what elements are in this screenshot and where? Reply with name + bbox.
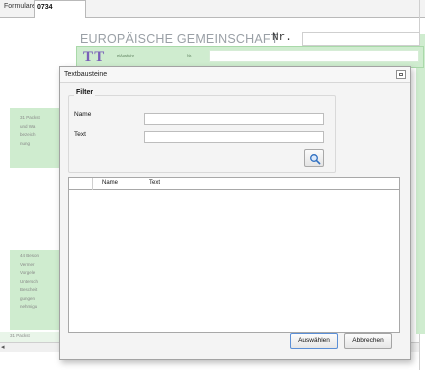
form-right-column [416,34,425,334]
list-header-text[interactable]: Text [149,180,160,186]
left-label: Bescheit [20,287,38,292]
left-label: nehmigu [20,304,38,309]
left-label: 44 Beson [20,253,40,258]
left-label: gungen [20,295,36,301]
list-header-select-column[interactable] [69,178,93,190]
search-button[interactable] [304,149,324,167]
list-header-name[interactable]: Name [102,180,118,186]
left-label: Vorgele [20,270,36,275]
form-header-box: T T eiAusfuhr Nr. [76,46,424,68]
text-template-icon[interactable]: T T [83,49,104,66]
name-label: Name [74,111,92,118]
form-bottom-label: 31 Packst [10,333,30,338]
header-field[interactable] [209,50,419,62]
textbausteine-list[interactable]: Name Text [68,177,400,333]
scroll-left-arrow-icon[interactable]: ◂ [1,343,5,351]
maximize-icon-glyph [399,73,403,76]
left-label: nung [20,140,31,146]
form-title: EUROPÄISCHE GEMEINSCHAFT [80,32,279,46]
search-icon [310,154,321,165]
name-input[interactable] [144,113,324,125]
left-label: Untersch [20,278,39,284]
dialog-title: Textbausteine [64,71,108,78]
left-label: bezeich [20,132,36,137]
document-tabstrip: Formulare 0734 [0,0,425,18]
maximize-icon[interactable] [396,70,406,79]
list-header: Name Text [69,178,399,190]
form-left-section-2-labels: 44 Beson Vermer Vorgele Untersch Beschei… [20,252,39,312]
cancel-button[interactable]: Abbrechen [344,333,392,349]
form-left-section-1-labels: 31 Packst und Wa bezeich nung [20,114,40,148]
text-input[interactable] [144,131,324,143]
left-label: und Wa [20,123,36,129]
text-label: Text [74,131,86,138]
nr-field[interactable] [302,32,420,46]
form-nr-label: Nr. [272,32,292,44]
dialog-titlebar[interactable]: Textbausteine [60,67,410,83]
form-bottom-strip [0,332,60,342]
green-small-label-right: Nr. [187,53,193,58]
textbausteine-dialog: Textbausteine Filter Name Text Name Text… [59,66,411,360]
tab-number-0734[interactable]: 0734 [34,0,86,18]
select-button[interactable]: Auswählen [290,333,338,349]
filter-legend: Filter [74,89,96,96]
green-small-label-left: eiAusfuhr [117,53,134,58]
left-label: 31 Packst [20,115,40,120]
tab-label-formulare[interactable]: Formulare [4,3,36,10]
left-label: Vermer [20,261,35,267]
